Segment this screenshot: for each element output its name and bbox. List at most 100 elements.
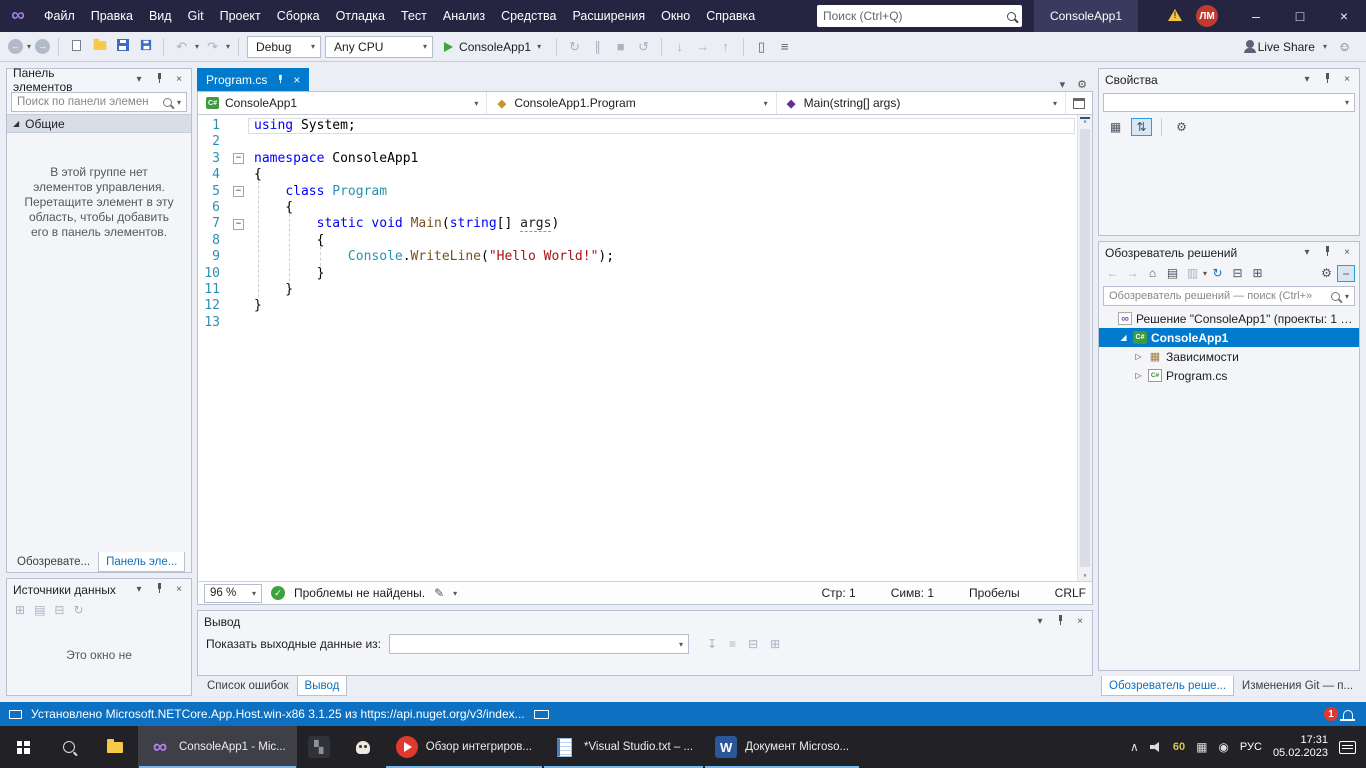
show-all-files-icon[interactable]: ⊞ [1248, 265, 1267, 282]
menu-item[interactable]: Анализ [435, 0, 493, 32]
chevron-down-icon[interactable]: ▾ [1034, 616, 1046, 627]
code-line[interactable]: 4{ [198, 167, 1092, 183]
add-data-source-icon[interactable]: ⊞ [15, 603, 25, 617]
toolbox-header[interactable]: Панель элементов ▾ × [7, 69, 191, 90]
toolbox-group-header[interactable]: ◢ Общие [7, 114, 191, 133]
pause-icon[interactable]: ∥ [588, 35, 607, 59]
refresh-icon[interactable]: ↻ [1208, 265, 1227, 282]
chevron-down-icon[interactable]: ▾ [453, 589, 457, 598]
preview-selected-items-icon[interactable]: − [1337, 265, 1355, 282]
solution-name-chip[interactable]: ConsoleApp1 [1034, 0, 1138, 32]
tool-tab[interactable]: Изменения Git — п... [1235, 676, 1360, 696]
pin-icon[interactable] [153, 73, 165, 87]
chevron-down-icon[interactable]: ▾ [133, 74, 145, 85]
property-pages-icon[interactable]: ⚙ [1171, 118, 1192, 136]
redo-dropdown-icon[interactable]: ▾ [226, 42, 230, 51]
breadcrumb-dropdown[interactable]: ◆ConsoleApp1.Program▾ [487, 92, 776, 114]
pin-icon[interactable] [1321, 73, 1333, 87]
bookmark-icon[interactable]: ▯ [752, 35, 771, 59]
code-line[interactable]: 6 { [198, 200, 1092, 216]
menu-item[interactable]: Сборка [269, 0, 328, 32]
breadcrumb-dropdown[interactable]: ◆Main(string[] args)▾ [777, 92, 1066, 114]
save-all-icon[interactable] [136, 35, 155, 59]
home-icon[interactable]: ⌂ [1143, 265, 1162, 282]
gear-icon[interactable]: ⚙ [1071, 78, 1093, 91]
taskbar-button-skull[interactable] [341, 726, 385, 768]
bell-icon[interactable] [1343, 710, 1353, 719]
code-line[interactable]: 1using System; [198, 118, 1092, 134]
tray-app-icon[interactable]: ▦ [1196, 740, 1207, 754]
undo-dropdown-icon[interactable]: ▾ [195, 42, 199, 51]
code-line[interactable]: 3−namespace ConsoleApp1 [198, 151, 1092, 167]
pin-icon[interactable] [1321, 246, 1333, 260]
code-line[interactable]: 8 { [198, 233, 1092, 249]
word-wrap-icon[interactable]: ≡ [729, 637, 736, 651]
taskbar-search-button[interactable] [46, 726, 92, 768]
configure-data-source-icon[interactable]: ⊟ [54, 603, 64, 617]
tool-tab[interactable]: Список ошибок [200, 676, 296, 696]
platform-dropdown[interactable]: Any CPU ▾ [325, 36, 433, 58]
menu-item[interactable]: Справка [698, 0, 763, 32]
tree-item[interactable]: ▷▦Зависимости [1099, 347, 1359, 366]
output-source-dropdown[interactable]: ▾ [389, 634, 689, 654]
action-center-icon[interactable] [1339, 741, 1356, 754]
tool-tab[interactable]: Обозреватель реше... [1101, 676, 1234, 696]
back-icon[interactable]: ← [1103, 265, 1122, 282]
find-message-icon[interactable]: ↧ [707, 637, 717, 651]
tree-item[interactable]: ◢C#ConsoleApp1 [1099, 328, 1359, 347]
user-avatar[interactable]: ЛМ [1196, 5, 1218, 27]
collapse-all-icon[interactable]: ⊟ [1228, 265, 1247, 282]
tree-collapsed-icon[interactable]: ▷ [1133, 371, 1144, 380]
tool-tab[interactable]: Обозревате... [10, 552, 97, 572]
menu-item[interactable]: Проект [212, 0, 269, 32]
hot-reload-icon[interactable]: ↻ [565, 35, 584, 59]
caret-line-indicator[interactable]: Стр: 1 [822, 586, 856, 600]
configuration-dropdown[interactable]: Debug ▾ [247, 36, 321, 58]
fold-collapse-icon[interactable]: − [233, 153, 244, 164]
zoom-dropdown[interactable]: 96 % ▾ [204, 584, 262, 603]
code-line[interactable]: 13 [198, 315, 1092, 331]
new-file-icon[interactable] [67, 35, 86, 59]
properties-header[interactable]: Свойства ▾ × [1099, 69, 1359, 90]
chevron-down-icon[interactable]: ▾ [1203, 269, 1207, 278]
network-icon[interactable]: ◉ [1218, 740, 1228, 754]
health-check-icon[interactable]: ✓ [271, 586, 285, 600]
language-indicator[interactable]: РУС [1240, 741, 1262, 753]
scrollbar-thumb[interactable] [1080, 129, 1090, 567]
taskbar-button-browser[interactable]: Обзор интегриров... [385, 726, 543, 768]
menu-item[interactable]: Отладка [328, 0, 393, 32]
code-line[interactable]: 7− static void Main(string[] args) [198, 216, 1092, 232]
minimize-button[interactable]: – [1234, 0, 1278, 32]
tree-item[interactable]: ∞Решение "ConsoleApp1" (проекты: 1 из 1) [1099, 309, 1359, 328]
menu-item[interactable]: Git [180, 0, 212, 32]
chevron-down-icon[interactable]: ▾ [1054, 78, 1072, 91]
properties-object-dropdown[interactable]: ▾ [1103, 93, 1355, 112]
pin-icon[interactable] [1054, 615, 1066, 629]
menu-item[interactable]: Тест [393, 0, 435, 32]
tree-item[interactable]: ▷C#Program.cs [1099, 366, 1359, 385]
file-explorer-button[interactable] [92, 726, 138, 768]
toggle-autoscroll-icon[interactable]: ⊞ [770, 637, 780, 651]
quick-search-box[interactable]: Поиск (Ctrl+Q) [817, 5, 1022, 27]
menu-item[interactable]: Окно [653, 0, 698, 32]
chevron-down-icon[interactable]: ▾ [1301, 74, 1313, 85]
solution-explorer-header[interactable]: Обозреватель решений ▾ × [1099, 242, 1359, 263]
clear-all-icon[interactable]: ⊟ [748, 637, 758, 651]
restart-icon[interactable]: ↺ [634, 35, 653, 59]
tool-tab[interactable]: Панель эле... [98, 552, 185, 572]
list-icon[interactable]: ≡ [775, 35, 794, 59]
code-line[interactable]: 12} [198, 298, 1092, 314]
save-icon[interactable] [113, 35, 132, 59]
open-file-icon[interactable] [90, 35, 109, 59]
close-icon[interactable]: × [1341, 247, 1353, 258]
document-tab-programcs[interactable]: Program.cs × [197, 68, 309, 91]
taskbar-button-game[interactable]: ▚ [297, 726, 341, 768]
step-into-icon[interactable]: ↓ [670, 35, 689, 59]
spaces-indicator[interactable]: Пробелы [969, 586, 1020, 600]
close-icon[interactable]: × [293, 73, 300, 87]
taskbar-button-word[interactable]: WДокумент Microso... [704, 726, 860, 768]
navigate-back-icon[interactable]: ← [8, 39, 23, 54]
tree-collapsed-icon[interactable]: ▷ [1133, 352, 1144, 361]
split-editor-control[interactable] [1066, 92, 1092, 114]
menu-item[interactable]: Расширения [564, 0, 653, 32]
